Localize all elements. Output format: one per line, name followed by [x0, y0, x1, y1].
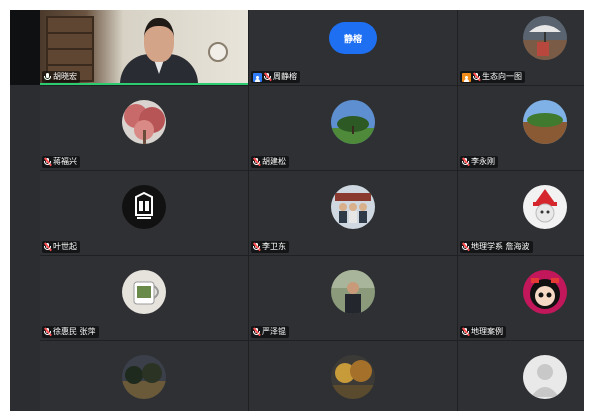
- mic-muted-icon: [252, 327, 261, 337]
- avatar: [122, 270, 166, 314]
- participant-grid: 胡晓宏 静榕 周静榕 生态向一图 蒋福兴 胡建松 李永刚 叶世起 李卫东 地理学系 詹海波 徐惠民 …: [40, 10, 584, 411]
- participant-name-label: 生态向一图: [460, 71, 525, 83]
- mic-muted-icon: [461, 157, 470, 167]
- participant-tile[interactable]: 李卫东: [249, 171, 457, 255]
- participant-name: 胡建松: [262, 157, 286, 166]
- participant-tile[interactable]: [40, 341, 248, 411]
- participant-tile[interactable]: 胡建松: [249, 86, 457, 170]
- participant-name-label: 胡晓宏: [42, 71, 80, 83]
- participant-name: 地理学系 詹海波: [471, 242, 530, 251]
- participant-name-label: 徐惠民 张萍: [42, 326, 99, 338]
- avatar: 静榕: [329, 22, 377, 54]
- mic-muted-icon: [43, 242, 52, 252]
- wall-clock: [208, 42, 228, 62]
- participant-tile[interactable]: 徐惠民 张萍: [40, 256, 248, 340]
- participant-name: 叶世起: [53, 242, 77, 251]
- participant-name-label: 蒋福兴: [42, 156, 80, 168]
- participant-name: 李卫东: [262, 242, 286, 251]
- participant-name: 生态向一图: [482, 72, 522, 81]
- avatar: [523, 100, 568, 144]
- avatar: [122, 355, 166, 399]
- mic-muted-icon: [263, 72, 272, 82]
- person-head: [144, 18, 174, 62]
- active-speaker-indicator: [40, 83, 248, 85]
- participant-tile[interactable]: [458, 341, 584, 411]
- participant-tile[interactable]: [249, 341, 457, 411]
- avatar: [331, 100, 375, 144]
- side-strip: [10, 10, 40, 85]
- avatar: [122, 100, 166, 144]
- participant-tile[interactable]: 叶世起: [40, 171, 248, 255]
- participant-name-label: 严泽锟: [251, 326, 289, 338]
- avatar: [523, 355, 568, 399]
- participant-tile[interactable]: 地理案例: [458, 256, 584, 340]
- mic-muted-icon: [252, 242, 261, 252]
- participant-name: 严泽锟: [262, 327, 286, 336]
- mic-icon: [44, 73, 51, 81]
- cohost-badge-icon: [462, 72, 471, 82]
- mic-muted-icon: [472, 72, 481, 82]
- participant-name-label: 胡建松: [251, 156, 289, 168]
- participant-name: 徐惠民 张萍: [53, 327, 96, 336]
- participant-tile[interactable]: 胡晓宏: [40, 10, 248, 85]
- participant-name-label: 叶世起: [42, 241, 80, 253]
- avatar: [523, 185, 568, 229]
- avatar: [331, 185, 375, 229]
- avatar: [523, 16, 568, 60]
- participant-tile[interactable]: 蒋福兴: [40, 86, 248, 170]
- participant-tile[interactable]: 生态向一图: [458, 10, 584, 85]
- avatar: [331, 355, 375, 399]
- mic-muted-icon: [43, 157, 52, 167]
- participant-tile[interactable]: 李永刚: [458, 86, 584, 170]
- avatar: [122, 185, 166, 229]
- avatar: [331, 270, 375, 314]
- participant-name: 周静榕: [273, 72, 297, 81]
- video-conference-screen: 胡晓宏 静榕 周静榕 生态向一图 蒋福兴 胡建松 李永刚 叶世起 李卫东 地理学系 詹海波 徐惠民 …: [10, 10, 584, 411]
- mic-muted-icon: [461, 327, 470, 337]
- mic-muted-icon: [461, 242, 470, 252]
- participant-name-label: 李卫东: [251, 241, 289, 253]
- participant-name: 胡晓宏: [53, 72, 77, 81]
- participant-tile[interactable]: 严泽锟: [249, 256, 457, 340]
- participant-name-label: 地理学系 詹海波: [460, 241, 533, 253]
- participant-name: 李永刚: [471, 157, 495, 166]
- host-badge-icon: [253, 72, 262, 82]
- participant-name-label: 周静榕: [251, 71, 300, 83]
- participant-name: 蒋福兴: [53, 157, 77, 166]
- mic-muted-icon: [252, 157, 261, 167]
- participant-name: 地理案例: [471, 327, 503, 336]
- mic-muted-icon: [43, 327, 52, 337]
- participant-name-label: 地理案例: [460, 326, 506, 338]
- participant-tile[interactable]: 地理学系 詹海波: [458, 171, 584, 255]
- participant-name-label: 李永刚: [460, 156, 498, 168]
- avatar: [523, 270, 568, 314]
- participant-tile[interactable]: 静榕周静榕: [249, 10, 457, 85]
